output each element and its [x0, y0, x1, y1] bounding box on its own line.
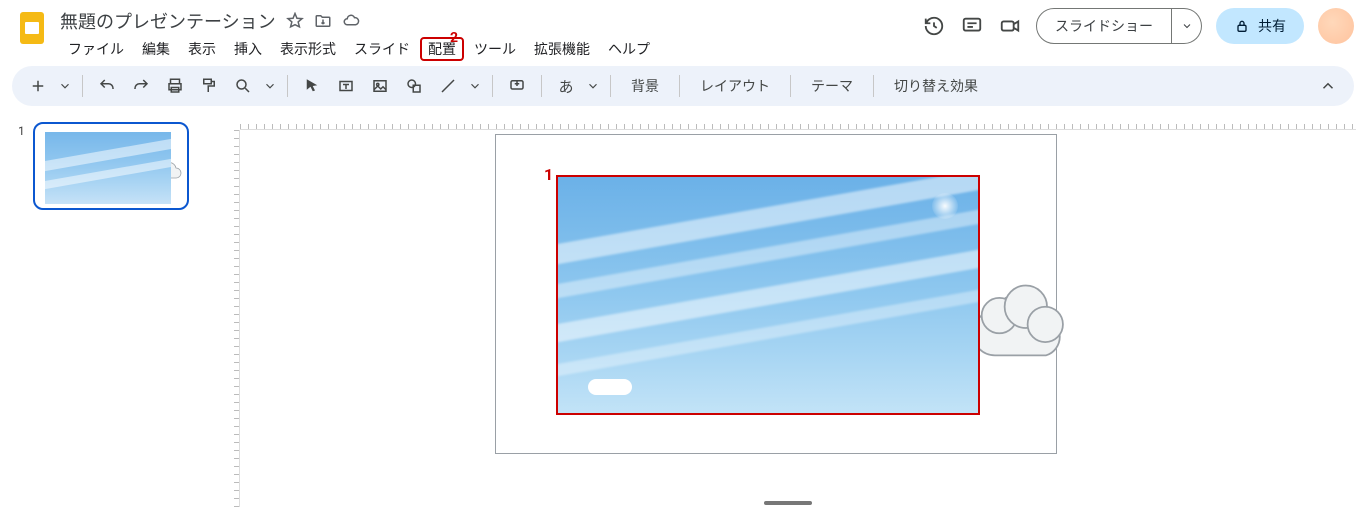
textbox-tool[interactable]	[332, 72, 360, 100]
transition-button[interactable]: 切り替え効果	[884, 72, 988, 100]
collapse-toolbar-button[interactable]	[1314, 72, 1342, 100]
star-icon[interactable]	[286, 12, 304, 30]
lock-icon	[1234, 18, 1250, 34]
present-camera-icon[interactable]	[998, 14, 1022, 38]
annotation-number-2: 2	[450, 30, 458, 46]
menu-file[interactable]: ファイル	[60, 37, 132, 61]
header: 無題のプレゼンテーション ファイル 編集 表示 挿入 表示形式 スライド 2 配…	[0, 0, 1366, 60]
header-right: スライドショー 共有	[922, 8, 1354, 44]
menu-bar: ファイル 編集 表示 挿入 表示形式 スライド 2 配置 ツール 拡張機能 ヘル…	[60, 36, 922, 62]
paint-format-button[interactable]	[195, 72, 223, 100]
horizontal-ruler[interactable]	[240, 112, 1356, 130]
redo-button[interactable]	[127, 72, 155, 100]
shape-tool[interactable]	[400, 72, 428, 100]
share-button[interactable]: 共有	[1216, 8, 1304, 44]
thumbnail-number: 1	[18, 124, 25, 138]
select-tool[interactable]	[298, 72, 326, 100]
line-dropdown[interactable]	[468, 72, 482, 100]
input-method-dropdown[interactable]	[586, 72, 600, 100]
new-slide-button[interactable]	[24, 72, 52, 100]
main-area: 1 1	[0, 112, 1366, 507]
background-button[interactable]: 背景	[621, 72, 669, 100]
toolbar: あ 背景 レイアウト テーマ 切り替え効果	[12, 66, 1354, 106]
slide-thumbnail-panel: 1	[0, 112, 210, 507]
toolbar-separator	[790, 75, 791, 97]
toolbar-separator	[492, 75, 493, 97]
toolbar-separator	[610, 75, 611, 97]
toolbar-separator	[679, 75, 680, 97]
slideshow-button[interactable]: スライドショー	[1036, 8, 1172, 44]
toolbar-separator	[873, 75, 874, 97]
menu-insert[interactable]: 挿入	[226, 37, 270, 61]
zoom-button[interactable]	[229, 72, 257, 100]
title-block: 無題のプレゼンテーション ファイル 編集 表示 挿入 表示形式 スライド 2 配…	[60, 8, 922, 62]
menu-extensions[interactable]: 拡張機能	[526, 37, 598, 61]
annotation-number-1: 1	[544, 165, 553, 184]
cloud-status-icon[interactable]	[342, 12, 360, 30]
slideshow-dropdown[interactable]	[1172, 8, 1202, 44]
input-method-button[interactable]: あ	[552, 72, 580, 100]
zoom-dropdown[interactable]	[263, 72, 277, 100]
document-title[interactable]: 無題のプレゼンテーション	[60, 8, 276, 34]
new-slide-dropdown[interactable]	[58, 72, 72, 100]
account-avatar[interactable]	[1318, 8, 1354, 44]
slides-app-icon[interactable]	[12, 8, 52, 48]
toolbar-separator	[541, 75, 542, 97]
slide-thumbnail-1[interactable]	[33, 122, 189, 210]
slide-canvas-wrap: 1	[210, 112, 1366, 507]
move-folder-icon[interactable]	[314, 12, 332, 30]
image-tool[interactable]	[366, 72, 394, 100]
comments-icon[interactable]	[960, 14, 984, 38]
menu-edit[interactable]: 編集	[134, 37, 178, 61]
menu-format[interactable]: 表示形式	[272, 37, 344, 61]
vertical-ruler[interactable]	[222, 130, 240, 507]
slide-canvas[interactable]: 1	[495, 134, 1057, 454]
menu-tools[interactable]: ツール	[466, 37, 524, 61]
comment-button[interactable]	[503, 72, 531, 100]
cloud-shape[interactable]	[964, 265, 1070, 375]
toolbar-separator	[287, 75, 288, 97]
layout-button[interactable]: レイアウト	[690, 72, 780, 100]
menu-view[interactable]: 表示	[180, 37, 224, 61]
menu-help[interactable]: ヘルプ	[600, 37, 658, 61]
line-tool[interactable]	[434, 72, 462, 100]
sky-image[interactable]	[558, 177, 978, 413]
slideshow-button-group: スライドショー	[1036, 8, 1202, 44]
speaker-notes-handle[interactable]	[764, 501, 812, 505]
share-label: 共有	[1258, 16, 1286, 36]
undo-button[interactable]	[93, 72, 121, 100]
history-icon[interactable]	[922, 14, 946, 38]
theme-button[interactable]: テーマ	[801, 72, 863, 100]
thumbnail-sky-image	[45, 132, 171, 204]
menu-slide[interactable]: スライド	[346, 37, 418, 61]
print-button[interactable]	[161, 72, 189, 100]
toolbar-separator	[82, 75, 83, 97]
